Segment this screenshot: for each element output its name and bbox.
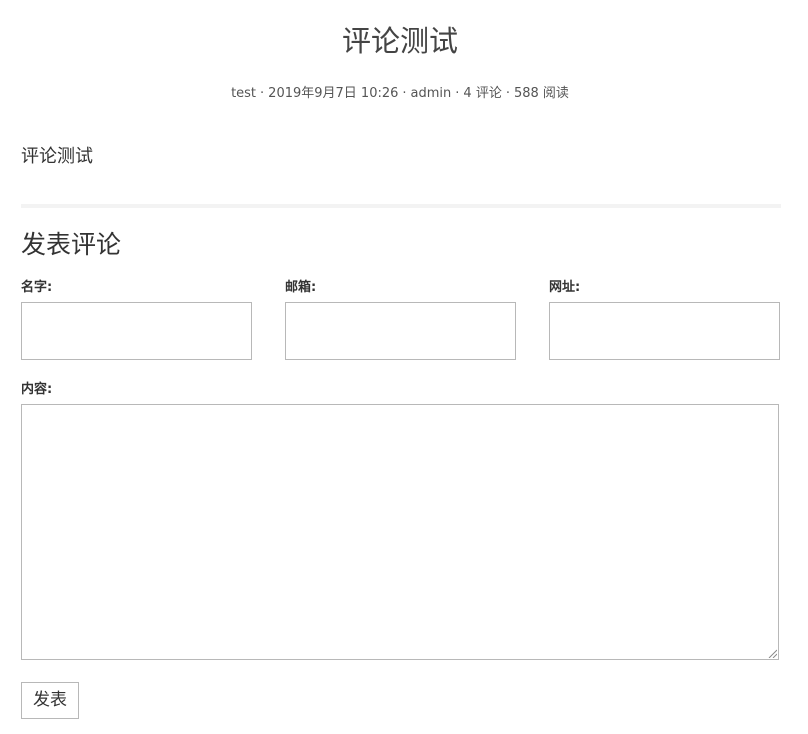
meta-separator: ·	[455, 86, 460, 101]
post-view-count: 588 阅读	[513, 86, 569, 101]
content-label: 内容:	[21, 382, 53, 397]
email-input[interactable]	[285, 302, 516, 360]
meta-separator: ·	[402, 86, 407, 101]
post-comment-count[interactable]: 4 评论	[463, 86, 501, 101]
post-user[interactable]: admin	[411, 86, 452, 101]
url-input[interactable]	[549, 302, 780, 360]
resize-handle-icon[interactable]	[767, 648, 777, 658]
post-author[interactable]: test	[231, 86, 256, 101]
email-label: 邮箱:	[285, 280, 317, 295]
meta-separator: ·	[505, 86, 510, 101]
submit-comment-button[interactable]: 发表	[21, 682, 79, 719]
post-date: 2019年9月7日 10:26	[268, 86, 399, 101]
post-meta: test · 2019年9月7日 10:26 · admin · 4 评论 · 588 阅读	[0, 85, 800, 103]
meta-separator: ·	[260, 86, 265, 101]
name-label: 名字:	[21, 280, 53, 295]
divider	[21, 204, 781, 208]
post-body: 评论测试	[21, 146, 93, 167]
url-label: 网址:	[549, 280, 581, 295]
post-title: 评论测试	[341, 24, 458, 58]
content-textarea[interactable]	[21, 404, 779, 660]
name-input[interactable]	[21, 302, 252, 360]
comment-form-heading: 发表评论	[21, 230, 122, 259]
